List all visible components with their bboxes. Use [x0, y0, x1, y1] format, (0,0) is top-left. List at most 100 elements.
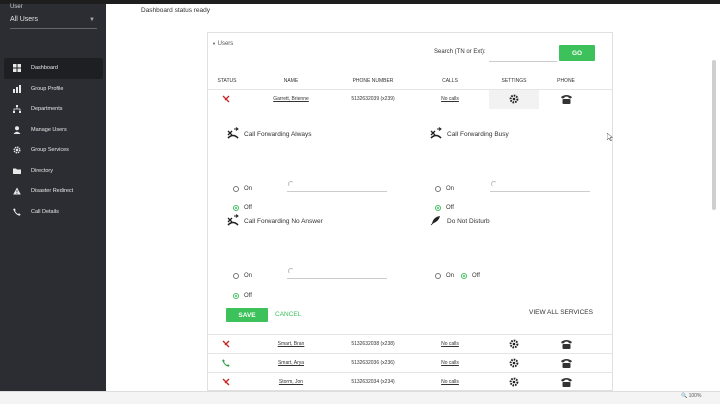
- sidebar-item-label: Departments: [31, 106, 63, 113]
- users-panel-toggle[interactable]: ▼ Users: [212, 41, 233, 47]
- desk-phone-icon[interactable]: [560, 94, 573, 104]
- zoom-level[interactable]: 🔍 100%: [681, 393, 701, 399]
- cfa-on-radio[interactable]: On: [233, 186, 252, 192]
- user-phone-number: 5132632034 (x234): [351, 379, 395, 385]
- user-select[interactable]: All Users ▼: [10, 14, 97, 29]
- cfb-on-radio[interactable]: On: [435, 186, 454, 192]
- sidebar-item-group-profile[interactable]: Group Profile: [4, 79, 103, 100]
- sidebar-item-departments[interactable]: Departments: [4, 99, 103, 120]
- sidebar-item-group-services[interactable]: Group Services: [4, 140, 103, 161]
- sidebar-item-directory[interactable]: Directory: [4, 161, 103, 182]
- user-phone-number: 5132632036 (x236): [351, 360, 395, 366]
- radio-circle-selected: [233, 293, 239, 299]
- column-header-status: STATUS: [217, 78, 237, 84]
- user-phone-number: 5132632038 (x238): [351, 341, 395, 347]
- gear-icon[interactable]: [509, 358, 519, 368]
- radio-circle-selected: [233, 205, 239, 211]
- cfb-off-radio[interactable]: Off: [435, 205, 454, 211]
- warning-icon: [13, 187, 21, 195]
- cfb-forward-number-input[interactable]: [490, 180, 590, 192]
- radio-label: On: [244, 273, 253, 279]
- go-button[interactable]: GO: [559, 45, 595, 61]
- desk-phone-icon[interactable]: [560, 358, 573, 368]
- call-forward-busy-icon: [430, 127, 442, 139]
- column-header-phone-number: PHONE NUMBER: [352, 78, 394, 84]
- radio-label: On: [244, 186, 253, 192]
- radio-label: Off: [446, 205, 454, 211]
- save-button[interactable]: SAVE: [226, 308, 268, 322]
- desk-phone-icon[interactable]: [560, 377, 573, 387]
- radio-circle: [233, 273, 239, 279]
- phone-icon: [13, 207, 21, 216]
- search-label: Search (TN or Ext):: [434, 49, 486, 55]
- sidebar-item-label: Group Profile: [31, 85, 64, 92]
- gear-icon[interactable]: [509, 377, 519, 387]
- view-all-services-link[interactable]: VIEW ALL SERVICES: [529, 309, 593, 316]
- table-row-expanded[interactable]: Garrett, Brienne 5132632039 (x239) No ca…: [208, 89, 612, 109]
- cfna-off-radio[interactable]: Off: [233, 293, 252, 299]
- user-calls-link[interactable]: No calls: [430, 341, 470, 347]
- column-header-phone: PHONE: [557, 78, 575, 84]
- dashboard-status: Dashboard status ready: [141, 7, 211, 14]
- sidebar-item-dashboard[interactable]: Dashboard: [4, 58, 103, 79]
- zoom-value: 100%: [688, 393, 702, 399]
- cfna-forward-number-input[interactable]: [287, 267, 387, 279]
- main-content: Dashboard status ready ▼ Users Search (T…: [106, 4, 720, 391]
- gear-icon: [13, 146, 21, 154]
- radio-circle: [233, 186, 239, 192]
- gear-icon[interactable]: [509, 339, 519, 349]
- dnd-off-radio[interactable]: Off: [461, 273, 480, 279]
- sidebar-item-call-details[interactable]: Call Details: [4, 202, 103, 223]
- radio-label: Off: [244, 293, 252, 299]
- users-panel-title: Users: [217, 41, 234, 47]
- sidebar-item-label: Manage Users: [31, 126, 67, 133]
- loading-spinner-icon: [288, 181, 294, 187]
- status-bar: [0, 391, 720, 404]
- user-calls-link[interactable]: No calls: [430, 379, 470, 385]
- radio-label: On: [446, 273, 455, 279]
- sidebar-item-label: Disaster Redirect: [31, 188, 74, 195]
- caret-down-icon: ▼: [212, 41, 216, 46]
- user-icon: [13, 125, 21, 134]
- column-header-name: NAME: [283, 78, 299, 84]
- loading-spinner-icon: [288, 268, 294, 274]
- sidebar-nav: Dashboard Group Profile Departments Mana…: [4, 58, 103, 222]
- user-calls-link[interactable]: No calls: [430, 360, 470, 366]
- folder-icon: [13, 168, 21, 174]
- user-name-link[interactable]: Smart, Bran: [263, 341, 319, 347]
- user-name-link[interactable]: Garrett, Brienne: [263, 96, 319, 102]
- sidebar: User All Users ▼ Dashboard Group Profile…: [0, 4, 106, 391]
- user-name-link[interactable]: Smart, Arya: [263, 360, 319, 366]
- cfa-title: Call Forwarding Always: [244, 131, 312, 138]
- user-services-panel: Call Forwarding Always On Off Call Forwa…: [209, 111, 613, 335]
- phone-unavailable-icon: [222, 378, 230, 386]
- radio-circle-selected: [435, 205, 441, 211]
- phone-unavailable-icon: [222, 95, 230, 103]
- radio-label: Off: [244, 205, 252, 211]
- table-row[interactable]: Storm, Jon 5132632034 (x234) No calls: [208, 372, 612, 391]
- user-select-value: All Users: [10, 16, 39, 23]
- radio-label: Off: [472, 273, 480, 279]
- loading-spinner-icon: [491, 181, 497, 187]
- search-input[interactable]: [489, 46, 557, 62]
- call-forward-always-icon: [227, 127, 239, 139]
- gear-icon[interactable]: [509, 94, 519, 104]
- radio-circle-selected: [461, 273, 467, 279]
- cfa-off-radio[interactable]: Off: [233, 205, 252, 211]
- mouse-cursor-icon: [607, 133, 613, 141]
- user-calls-link[interactable]: No calls: [430, 96, 470, 102]
- sidebar-item-manage-users[interactable]: Manage Users: [4, 120, 103, 141]
- cfa-forward-number-input[interactable]: [287, 180, 387, 192]
- desk-phone-icon[interactable]: [560, 339, 573, 349]
- magnifier-icon: 🔍: [681, 393, 688, 399]
- table-row[interactable]: Smart, Arya 5132632036 (x236) No calls: [208, 353, 612, 372]
- page-scrollbar[interactable]: [712, 60, 716, 210]
- radio-circle: [435, 186, 441, 192]
- cancel-button[interactable]: CANCEL: [275, 311, 301, 318]
- cfna-on-radio[interactable]: On: [233, 273, 252, 279]
- user-name-link[interactable]: Storm, Jon: [263, 379, 319, 385]
- sidebar-item-disaster-redirect[interactable]: Disaster Redirect: [4, 181, 103, 202]
- table-row[interactable]: Smart, Bran 5132632038 (x238) No calls: [208, 334, 612, 353]
- call-forward-no-answer-icon: [227, 214, 239, 226]
- dnd-on-radio[interactable]: On: [435, 273, 454, 279]
